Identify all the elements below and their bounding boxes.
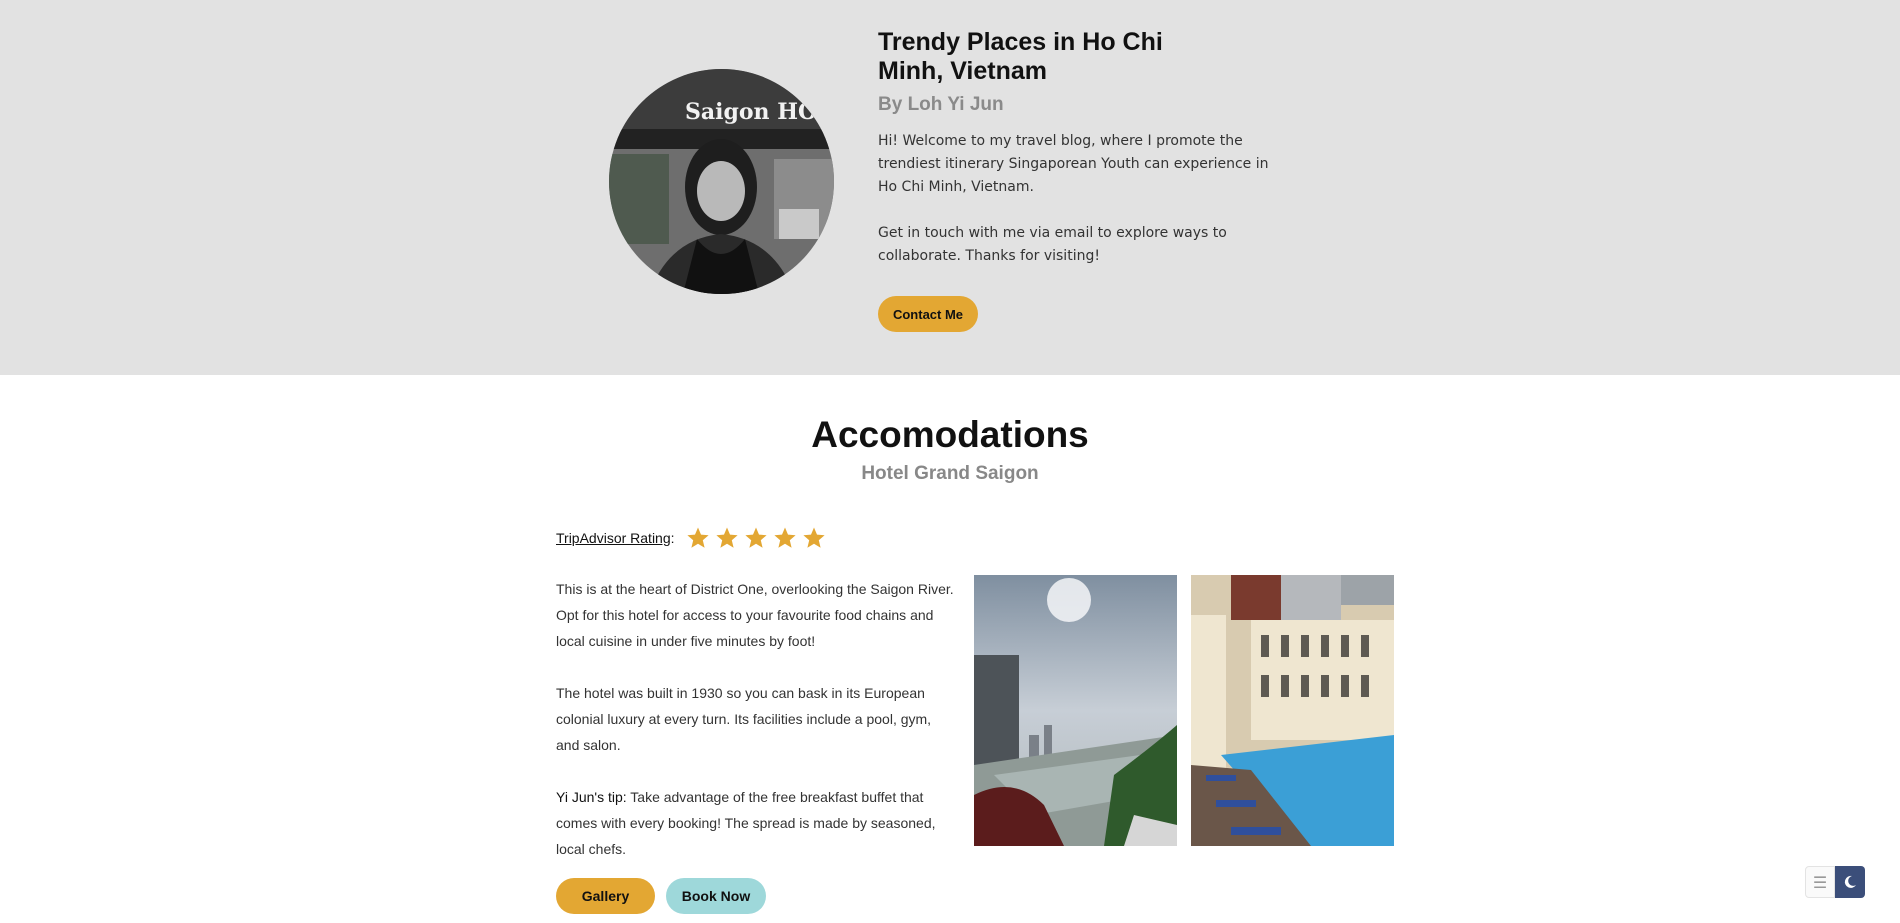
contact-me-button[interactable]: Contact Me [878,296,978,332]
section-title: Accomodations [811,414,1089,455]
river-view-photo[interactable] [974,575,1177,846]
rating-link[interactable]: TripAdvisor Rating [556,530,671,546]
hotel-name: Hotel Grand Saigon [861,463,1039,484]
rating-colon: : [670,530,675,546]
moon-icon[interactable] [1835,866,1865,898]
author-avatar: Saigon HOLIDAY [609,69,834,294]
hotel-description: This is at the heart of District One, ov… [556,576,956,888]
hotel-pool-photo[interactable] [1191,575,1394,846]
tip-paragraph: Yi Jun's tip: Take advantage of the free… [556,784,956,862]
avatar-sign-text: Saigon HOLIDAY [685,99,834,125]
rating-label: TripAdvisor Rating: [556,530,675,546]
hero-section: Saigon HOLIDAY Trendy Places in Ho Chi M… [0,0,1900,375]
blog-title: Trendy Places in Ho Chi Minh, Vietnam [878,28,1163,85]
accessibility-widget: ☰ [1805,866,1865,898]
description-paragraph-1: This is at the heart of District One, ov… [556,581,954,649]
author-byline: By Loh Yi Jun [878,94,1004,115]
star-icon [686,527,709,548]
hero-text: Trendy Places in Ho Chi Minh, Vietnam By… [878,28,1288,268]
menu-icon[interactable]: ☰ [1805,866,1835,898]
book-now-button[interactable]: Book Now [666,878,766,914]
star-icon [773,527,796,548]
gallery-button[interactable]: Gallery [556,878,655,914]
star-icon [744,527,767,548]
star-rating [686,526,831,550]
tripadvisor-rating: TripAdvisor Rating: [556,526,831,550]
author-bio: Hi! Welcome to my travel blog, where I p… [878,133,1269,264]
tip-label: Yi Jun's tip: [556,789,627,805]
star-icon [715,527,738,548]
star-icon [802,527,825,548]
description-paragraph-2: The hotel was built in 1930 so you can b… [556,685,932,753]
